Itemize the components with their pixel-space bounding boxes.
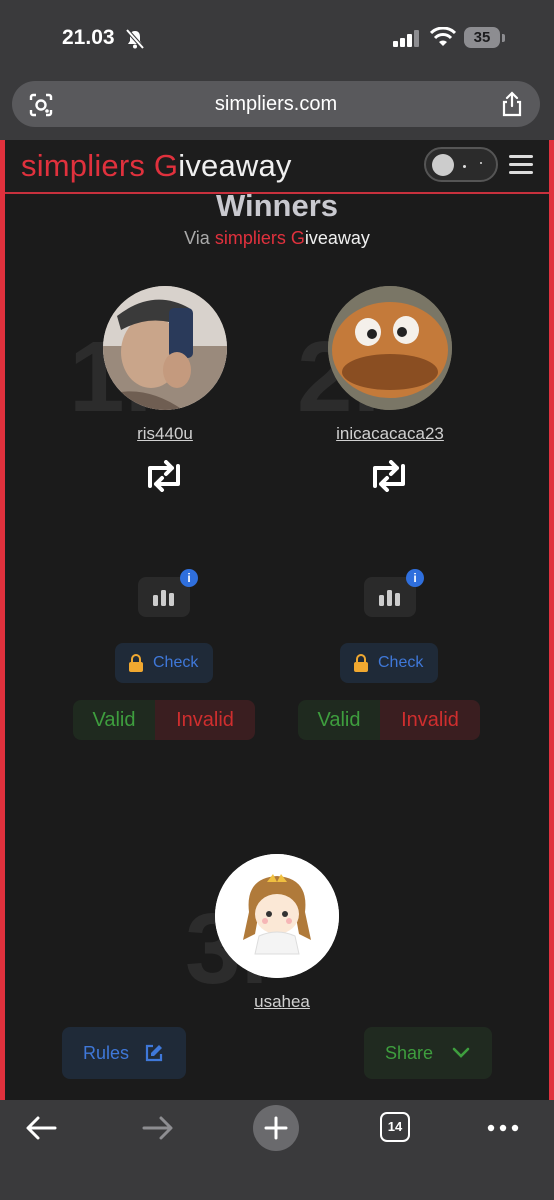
bar-chart-icon [379,590,400,606]
rules-label: Rules [83,1043,130,1063]
rules-button[interactable]: Rules [62,1027,186,1079]
theme-toggle[interactable] [424,147,498,182]
winner-username[interactable]: ris440u [65,424,265,444]
new-tab-button[interactable] [253,1105,299,1151]
site-navbar: simpliers Giveaway [5,140,549,194]
check-button[interactable]: Check [115,643,213,683]
invalid-button[interactable]: Invalid [380,700,480,740]
back-arrow-icon[interactable] [25,1115,57,1141]
valid-button[interactable]: Valid [298,700,380,740]
check-label: Check [378,654,424,671]
share-page-icon[interactable] [500,91,524,117]
page-content: simpliers Giveaway Winners Via simpliers… [0,140,554,1100]
avatar[interactable] [215,854,339,978]
bar-chart-icon [153,590,174,606]
avatar-image [215,854,339,978]
avatar-image [103,286,227,410]
stats-button[interactable]: i [364,569,424,617]
chevron-down-icon [452,1047,470,1058]
forward-arrow-icon[interactable] [142,1115,174,1141]
more-options-icon[interactable] [487,1124,519,1132]
address-bar[interactable]: simpliers.com [12,81,540,127]
signal-icon [393,30,419,47]
site-logo[interactable]: simpliers Giveaway [21,148,292,184]
avatar[interactable] [103,286,227,410]
info-badge[interactable]: i [406,569,424,587]
info-badge[interactable]: i [180,569,198,587]
status-time: 21.03 [62,26,115,49]
menu-icon[interactable] [509,154,533,176]
plus-icon [264,1116,288,1140]
validation-group: Valid Invalid [298,700,480,740]
bell-muted-icon [125,28,145,50]
edit-icon [145,1044,163,1062]
validation-group: Valid Invalid [73,700,255,740]
lock-icon [129,654,143,672]
retweet-icon [373,460,405,492]
lock-icon [354,654,368,672]
wifi-icon [430,27,456,46]
url-text[interactable]: simpliers.com [12,93,540,116]
invalid-button[interactable]: Invalid [155,700,255,740]
tab-switcher-button[interactable]: 14 [380,1112,410,1142]
winner-username[interactable]: inicacacaca23 [290,424,490,444]
battery-indicator: 35 [464,27,500,48]
share-button[interactable]: Share [364,1027,492,1079]
stats-button[interactable]: i [138,569,198,617]
share-label: Share [385,1043,434,1063]
browser-toolbar: 14 [0,1100,554,1200]
retweet-icon [148,460,180,492]
avatar[interactable] [328,286,452,410]
page-title: Winners [215,188,339,223]
via-subtitle: Via simpliers Giveaway [184,228,370,248]
check-label: Check [153,654,199,671]
valid-button[interactable]: Valid [73,700,155,740]
avatar-image [328,286,452,410]
status-bar: 21.03 35 [0,0,554,75]
toggle-knob [432,154,454,176]
check-button[interactable]: Check [340,643,438,683]
battery-level: 35 [473,29,491,46]
tab-count: 14 [387,1119,403,1134]
winner-username[interactable]: usahea [182,992,382,1012]
battery-cap [502,34,505,42]
